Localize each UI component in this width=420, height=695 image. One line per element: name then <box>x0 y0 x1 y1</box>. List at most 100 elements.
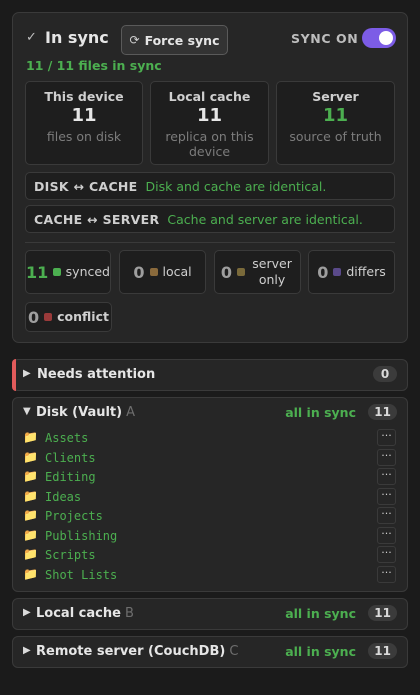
stat-title: Server <box>312 89 359 104</box>
stat-this-device: This device 11 files on disk <box>25 81 143 165</box>
chip-server-only[interactable]: 0 server only <box>214 250 301 294</box>
chip-local[interactable]: 0 local <box>119 250 206 294</box>
stat-value: 11 <box>71 105 97 126</box>
more-options-button[interactable]: ··· <box>377 448 396 466</box>
sync-toggle[interactable] <box>362 28 396 48</box>
section-status: all in sync <box>285 644 356 659</box>
section-title-text: Local cache <box>36 606 121 621</box>
cache-server-comparison: CACHE ↔ SERVER Cache and server are iden… <box>25 205 395 233</box>
folder-icon: 📁 <box>23 430 38 444</box>
folder-name: Scripts <box>45 548 96 562</box>
disk-cache-comparison: DISK ↔ CACHE Disk and cache are identica… <box>25 172 395 200</box>
stat-value: 11 <box>196 105 223 126</box>
section-title: Needs attention <box>37 367 156 382</box>
count-badge: 0 <box>373 366 397 382</box>
folder-name: Projects <box>45 509 103 523</box>
remote-server-section[interactable]: ▶ Remote server (CouchDB) C all in sync 1… <box>12 636 408 668</box>
chip-count: 0 <box>133 262 145 282</box>
chip-label: synced <box>65 264 110 279</box>
list-item[interactable]: 📁 Scripts ··· <box>13 545 407 565</box>
files-summary: 11 / 11 files in sync <box>26 58 162 73</box>
stat-local-cache: Local cache 11 replica on this device <box>150 81 269 165</box>
section-letter: A <box>126 405 135 420</box>
force-sync-label: Force sync <box>144 32 220 48</box>
section-header[interactable]: ▼ Disk (Vault) A all in sync 11 <box>13 398 407 428</box>
chip-label: local <box>162 264 192 279</box>
chevron-right-icon: ▶ <box>23 645 31 656</box>
section-letter: C <box>229 644 239 659</box>
chevron-down-icon: ▼ <box>23 406 31 417</box>
section-status: all in sync <box>285 606 356 621</box>
comparison-label: CACHE ↔ SERVER <box>34 211 160 227</box>
chip-differs[interactable]: 0 differs <box>308 250 395 294</box>
chevron-right-icon: ▶ <box>23 607 31 618</box>
force-sync-button[interactable]: ⟳ Force sync <box>121 25 228 55</box>
folder-icon: 📁 <box>23 527 38 542</box>
list-item[interactable]: 📁 Editing ··· <box>13 467 407 487</box>
folder-icon: 📁 <box>23 566 38 581</box>
refresh-icon: ⟳ <box>129 33 140 47</box>
stat-desc: files on disk <box>46 129 122 144</box>
conflict-dot-icon <box>44 313 53 321</box>
chip-count: 0 <box>220 262 233 282</box>
folder-name: Editing <box>45 470 96 484</box>
differs-dot-icon <box>333 268 342 276</box>
file-list: 📁 Assets ··· 📁 Clients ··· 📁 Editing ··· 📁 Idea… <box>13 428 407 584</box>
more-options-button[interactable]: ··· <box>377 507 396 524</box>
folder-icon: 📁 <box>23 488 38 503</box>
chip-conflict[interactable]: 0 conflict <box>25 302 112 332</box>
stat-server: Server 11 source of truth <box>276 81 395 165</box>
folder-icon: 📁 <box>23 469 38 483</box>
folder-icon: 📁 <box>23 508 38 522</box>
section-title: Local cache B <box>36 606 134 621</box>
chip-label: server only <box>252 256 292 287</box>
sync-status-panel: ✓ In sync ⟳ Force sync SYNC ON 11 / 11 f… <box>12 12 408 343</box>
toggle-knob <box>379 31 393 45</box>
chip-synced[interactable]: 11 synced <box>25 250 111 294</box>
section-title: Remote server (CouchDB) C <box>36 644 238 659</box>
stat-title: This device <box>44 89 124 104</box>
synced-dot-icon <box>53 268 61 276</box>
section-letter: B <box>124 606 134 621</box>
sync-on-label: SYNC ON <box>291 31 359 46</box>
folder-icon: 📁 <box>23 547 38 561</box>
list-item[interactable]: 📁 Projects ··· <box>13 506 407 526</box>
local-dot-icon <box>149 268 158 276</box>
section-header[interactable]: ▶ Remote server (CouchDB) C all in sync 1… <box>13 637 407 667</box>
count-badge: 11 <box>368 404 397 420</box>
list-item[interactable]: 📁 Publishing ··· <box>13 526 407 546</box>
list-item[interactable]: 📁 Clients ··· <box>13 448 407 468</box>
section-header[interactable]: ▶ Local cache B all in sync 11 <box>13 599 407 629</box>
more-options-button[interactable]: ··· <box>377 565 396 583</box>
section-title-text: Remote server (CouchDB) <box>36 644 226 659</box>
local-cache-section[interactable]: ▶ Local cache B all in sync 11 <box>12 598 408 630</box>
more-options-button[interactable]: ··· <box>377 546 396 563</box>
folder-icon: 📁 <box>23 449 38 464</box>
more-options-button[interactable]: ··· <box>377 429 396 446</box>
stat-value: 11 <box>322 105 349 126</box>
more-options-button[interactable]: ··· <box>377 487 396 505</box>
list-item[interactable]: 📁 Shot Lists ··· <box>13 565 407 585</box>
comparison-message: Disk and cache are identical. <box>145 178 327 194</box>
section-header[interactable]: ▶ Needs attention 0 <box>13 360 407 390</box>
chip-count: 11 <box>26 262 49 282</box>
more-options-button[interactable]: ··· <box>377 468 396 485</box>
comparison-message: Cache and server are identical. <box>167 211 363 227</box>
folder-name: Assets <box>45 431 89 445</box>
chip-label: differs <box>346 264 386 279</box>
chip-count: 0 <box>317 262 329 282</box>
folder-name: Ideas <box>45 489 82 504</box>
stat-desc: replica on this device <box>165 129 254 159</box>
needs-attention-section[interactable]: ▶ Needs attention 0 <box>12 359 408 391</box>
count-badge: 11 <box>368 643 397 659</box>
chip-count: 0 <box>28 307 40 327</box>
stat-desc: source of truth <box>289 129 382 144</box>
list-item[interactable]: 📁 Assets ··· <box>13 428 407 448</box>
list-item[interactable]: 📁 Ideas ··· <box>13 487 407 507</box>
check-icon: ✓ <box>26 30 37 45</box>
server-only-dot-icon <box>237 268 246 276</box>
folder-name: Publishing <box>45 528 118 543</box>
folder-name: Clients <box>45 450 96 465</box>
more-options-button[interactable]: ··· <box>377 526 396 544</box>
stat-title: Local cache <box>168 89 251 104</box>
